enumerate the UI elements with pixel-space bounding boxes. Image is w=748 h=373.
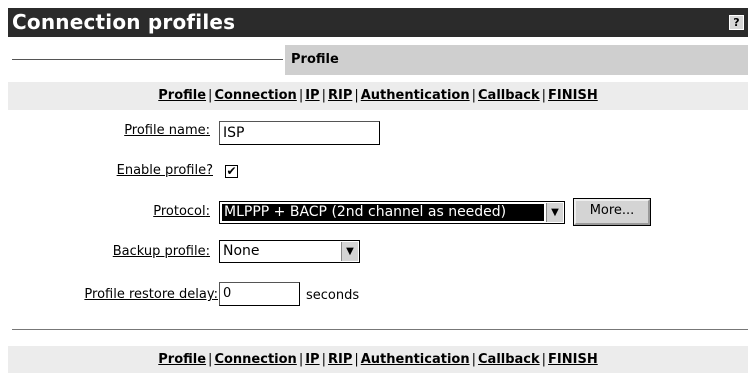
nav-link-connection[interactable]: Connection (214, 88, 296, 103)
restore-delay-unit: seconds (306, 288, 360, 303)
nav-link-authentication[interactable]: Authentication (361, 88, 470, 103)
nav-link-authentication[interactable]: Authentication (361, 352, 470, 367)
nav-separator: | (471, 352, 476, 367)
backup-profile-label-text: Backup profile (112, 244, 206, 259)
backup-profile-select[interactable]: None ▼ (219, 240, 360, 263)
nav-separator: | (321, 352, 326, 367)
nav-bar-top: Profile | Connection | IP | RIP | Authentication… (8, 82, 748, 110)
nav-separator: | (541, 352, 547, 367)
help-button[interactable]: ? (729, 15, 744, 30)
nav-separator: | (471, 88, 476, 103)
nav-link-finish[interactable]: FINISH (548, 88, 598, 103)
nav-separator: | (298, 352, 304, 367)
protocol-selected-value: MLPPP + BACP (2nd channel as needed) (222, 204, 544, 221)
nav-separator: | (541, 88, 547, 103)
chevron-down-icon[interactable]: ▼ (546, 203, 563, 222)
nav-separator: | (354, 352, 359, 367)
nav-link-connection[interactable]: Connection (214, 352, 296, 367)
protocol-label: Protocol: (153, 204, 210, 219)
chevron-down-icon[interactable]: ▼ (341, 242, 358, 261)
nav-link-finish[interactable]: FINISH (548, 352, 598, 367)
protocol-select[interactable]: MLPPP + BACP (2nd channel as needed) ▼ (219, 201, 565, 224)
nav-link-profile[interactable]: Profile (158, 352, 206, 367)
nav-link-callback[interactable]: Callback (478, 88, 540, 103)
nav-bar-bottom: Profile | Connection | IP | RIP | Authentication… (8, 346, 748, 373)
nav-link-rip[interactable]: RIP (328, 88, 352, 103)
section-rule (12, 59, 283, 60)
backup-profile-label: Backup profile: (112, 244, 210, 259)
nav-link-profile[interactable]: Profile (158, 88, 206, 103)
title-bar: Connection profiles ? (8, 8, 748, 37)
backup-profile-value: None (223, 243, 260, 259)
nav-separator: | (298, 88, 304, 103)
restore-delay-label-text: Profile restore delay (84, 287, 214, 302)
nav-link-rip[interactable]: RIP (328, 352, 352, 367)
nav-separator: | (321, 88, 326, 103)
section-title: Profile (285, 45, 748, 75)
page-title: Connection profiles (12, 10, 236, 34)
protocol-label-text: Protocol (153, 204, 206, 219)
nav-separator: | (354, 88, 359, 103)
divider (12, 329, 748, 330)
profile-name-input[interactable]: ISP (219, 121, 380, 145)
profile-name-label: Profile name: (124, 123, 210, 138)
nav-link-ip[interactable]: IP (305, 88, 319, 103)
restore-delay-label: Profile restore delay: (84, 287, 218, 302)
restore-delay-input[interactable]: 0 (219, 282, 300, 306)
nav-link-ip[interactable]: IP (305, 352, 319, 367)
enable-profile-checkbox[interactable]: ✔ (225, 165, 238, 178)
profile-name-label-text: Profile name (124, 123, 206, 138)
more-button[interactable]: More... (573, 198, 651, 226)
nav-link-callback[interactable]: Callback (478, 352, 540, 367)
enable-profile-label: Enable profile? (116, 163, 213, 178)
